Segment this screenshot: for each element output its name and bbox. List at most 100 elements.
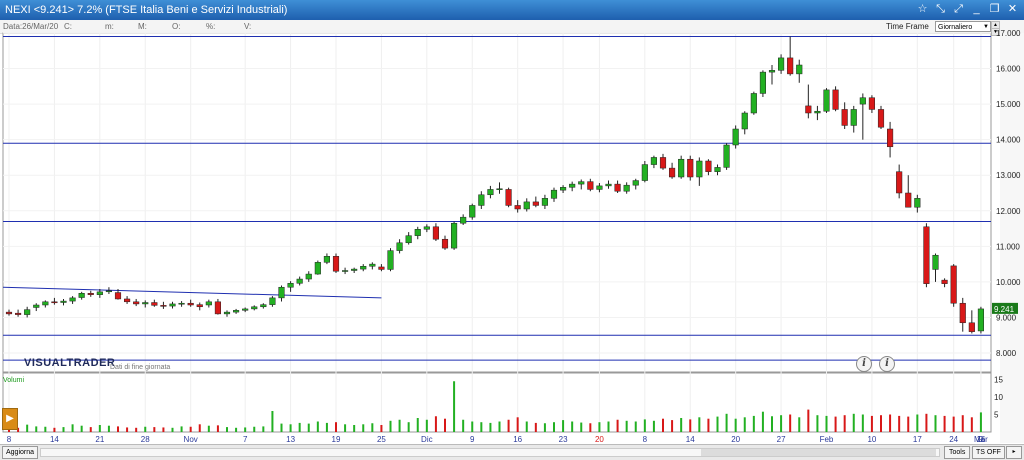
y-tick-label: 12.000 [996, 207, 1021, 216]
candle-body [269, 297, 276, 305]
volume-bar [89, 427, 92, 432]
candle-body [914, 198, 921, 208]
candle-body [741, 112, 748, 130]
x-tick-label: 8 [643, 435, 648, 444]
candle-body [714, 167, 721, 172]
volume-bar [761, 411, 764, 432]
expand-icon-button[interactable]: ▸ [1006, 446, 1022, 459]
aggiorna-button[interactable]: Aggiorna [2, 446, 39, 459]
volume-bar [126, 427, 129, 432]
volume-bar [62, 427, 65, 432]
candle-body [369, 263, 376, 267]
x-tick-label: Nov [184, 435, 198, 444]
volume-bar [825, 415, 828, 432]
volume-bar [789, 414, 792, 432]
candle-body [814, 110, 821, 114]
candle-body [796, 64, 803, 75]
candle-body [451, 222, 458, 249]
candle-body [78, 293, 85, 298]
candle-body [251, 306, 258, 310]
x-tick-label: Dic [421, 435, 433, 444]
volume-bar [434, 416, 437, 432]
scrollbar-thumb[interactable] [701, 449, 936, 456]
volume-bar [680, 418, 683, 432]
x-tick-label: 20 [595, 435, 604, 444]
volume-bar [852, 413, 855, 432]
candle-body [669, 167, 676, 178]
volume-bar [489, 422, 492, 432]
volume-bar [235, 427, 238, 432]
volume-bar [943, 415, 946, 432]
volume-bar [425, 419, 428, 432]
volume-bar [135, 427, 138, 432]
candle-body [687, 158, 694, 178]
ts-off-button[interactable]: TS OFF [972, 446, 1005, 459]
volume-bar [44, 426, 47, 432]
volume-bar [71, 424, 74, 432]
candle-body [323, 256, 330, 263]
candle-body [360, 265, 367, 270]
x-tick-label: 17 [913, 435, 922, 444]
candle-body [950, 265, 957, 304]
volume-bar [507, 419, 510, 432]
candle-body [968, 322, 975, 332]
candle-body [759, 71, 766, 94]
volume-bar [534, 422, 537, 432]
candle-body [496, 188, 503, 190]
expand-panel-button[interactable]: ▶ [2, 408, 18, 430]
volume-bar [198, 424, 201, 432]
candle-body [151, 302, 158, 306]
candle-body [505, 189, 512, 206]
volume-bar [407, 422, 410, 432]
candle-body [732, 128, 739, 146]
candle-body [296, 278, 303, 284]
y-tick-label: 11.000 [996, 242, 1020, 251]
candle-body [187, 302, 194, 306]
candle-body [305, 273, 312, 280]
volume-bar [253, 426, 256, 432]
candle-body [569, 183, 576, 188]
x-tick-label: 16 [513, 435, 522, 444]
tools-button[interactable]: Tools [944, 446, 971, 459]
volume-bar [98, 425, 101, 432]
candle-body [124, 298, 131, 303]
volume-bar [607, 421, 610, 432]
volume-bar [979, 412, 982, 432]
x-tick-label: 23 [559, 435, 568, 444]
candle-body [923, 226, 930, 284]
candle-body [69, 297, 76, 302]
candle-body [423, 226, 430, 230]
volume-bar [898, 415, 901, 432]
volume-bar [280, 423, 283, 432]
volume-bar [571, 421, 574, 432]
volume-bar [553, 422, 555, 432]
candle-body [287, 283, 294, 288]
candle-body [332, 256, 340, 272]
candle-body [868, 97, 875, 110]
volume-bar [244, 427, 247, 432]
info-icon-1[interactable]: i [856, 356, 872, 372]
volume-bar [543, 423, 546, 432]
x-tick-label: Feb [820, 435, 834, 444]
info-icon-2[interactable]: i [879, 356, 895, 372]
last-price-label: 9.241 [994, 305, 1015, 314]
chart-canvas[interactable]: 17.000 16.000 15.000 14.000 13.000 12.000 11.0… [0, 0, 1024, 444]
candle-body [659, 157, 667, 169]
candle-body [260, 304, 267, 308]
candle-body [832, 89, 839, 110]
volume-bar [625, 420, 628, 432]
candle-body [587, 181, 594, 190]
volume-bar [480, 422, 483, 432]
candle-body [859, 97, 866, 105]
candle-body [541, 198, 548, 206]
volume-bar [961, 415, 964, 432]
candle-body [278, 286, 285, 299]
horizontal-scrollbar[interactable] [40, 448, 940, 457]
candle-body [142, 302, 149, 305]
candle-body [478, 194, 485, 206]
candle-body [977, 308, 984, 332]
bottom-toolbar: Aggiorna Tools TS OFF ▸ [0, 444, 1024, 460]
candle-body [787, 57, 794, 75]
volume-bar [153, 427, 156, 432]
volume-bar [371, 423, 374, 432]
